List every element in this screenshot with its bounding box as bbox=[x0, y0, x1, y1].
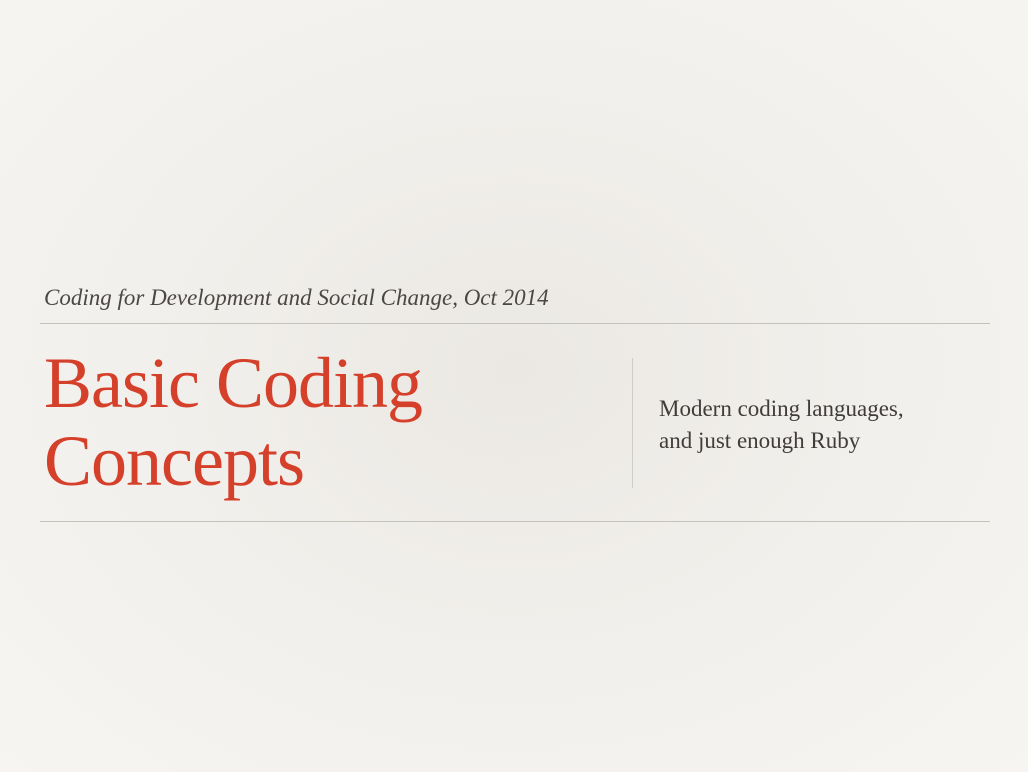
slide-subtitle-line-1: Modern coding languages, bbox=[659, 396, 904, 421]
slide-title-line-2: Concepts bbox=[44, 421, 305, 501]
vertical-divider bbox=[632, 358, 633, 488]
slide-title: Basic Coding Concepts bbox=[44, 344, 604, 500]
event-kicker: Coding for Development and Social Change… bbox=[44, 285, 549, 310]
top-rule bbox=[40, 323, 990, 324]
slide-title-line-1: Basic Coding bbox=[44, 343, 423, 423]
slide-subtitle-line-2: and just enough Ruby bbox=[659, 428, 861, 453]
slide-subtitle: Modern coding languages, and just enough… bbox=[659, 393, 989, 457]
bottom-rule bbox=[40, 521, 990, 522]
title-slide: Coding for Development and Social Change… bbox=[0, 0, 1028, 772]
